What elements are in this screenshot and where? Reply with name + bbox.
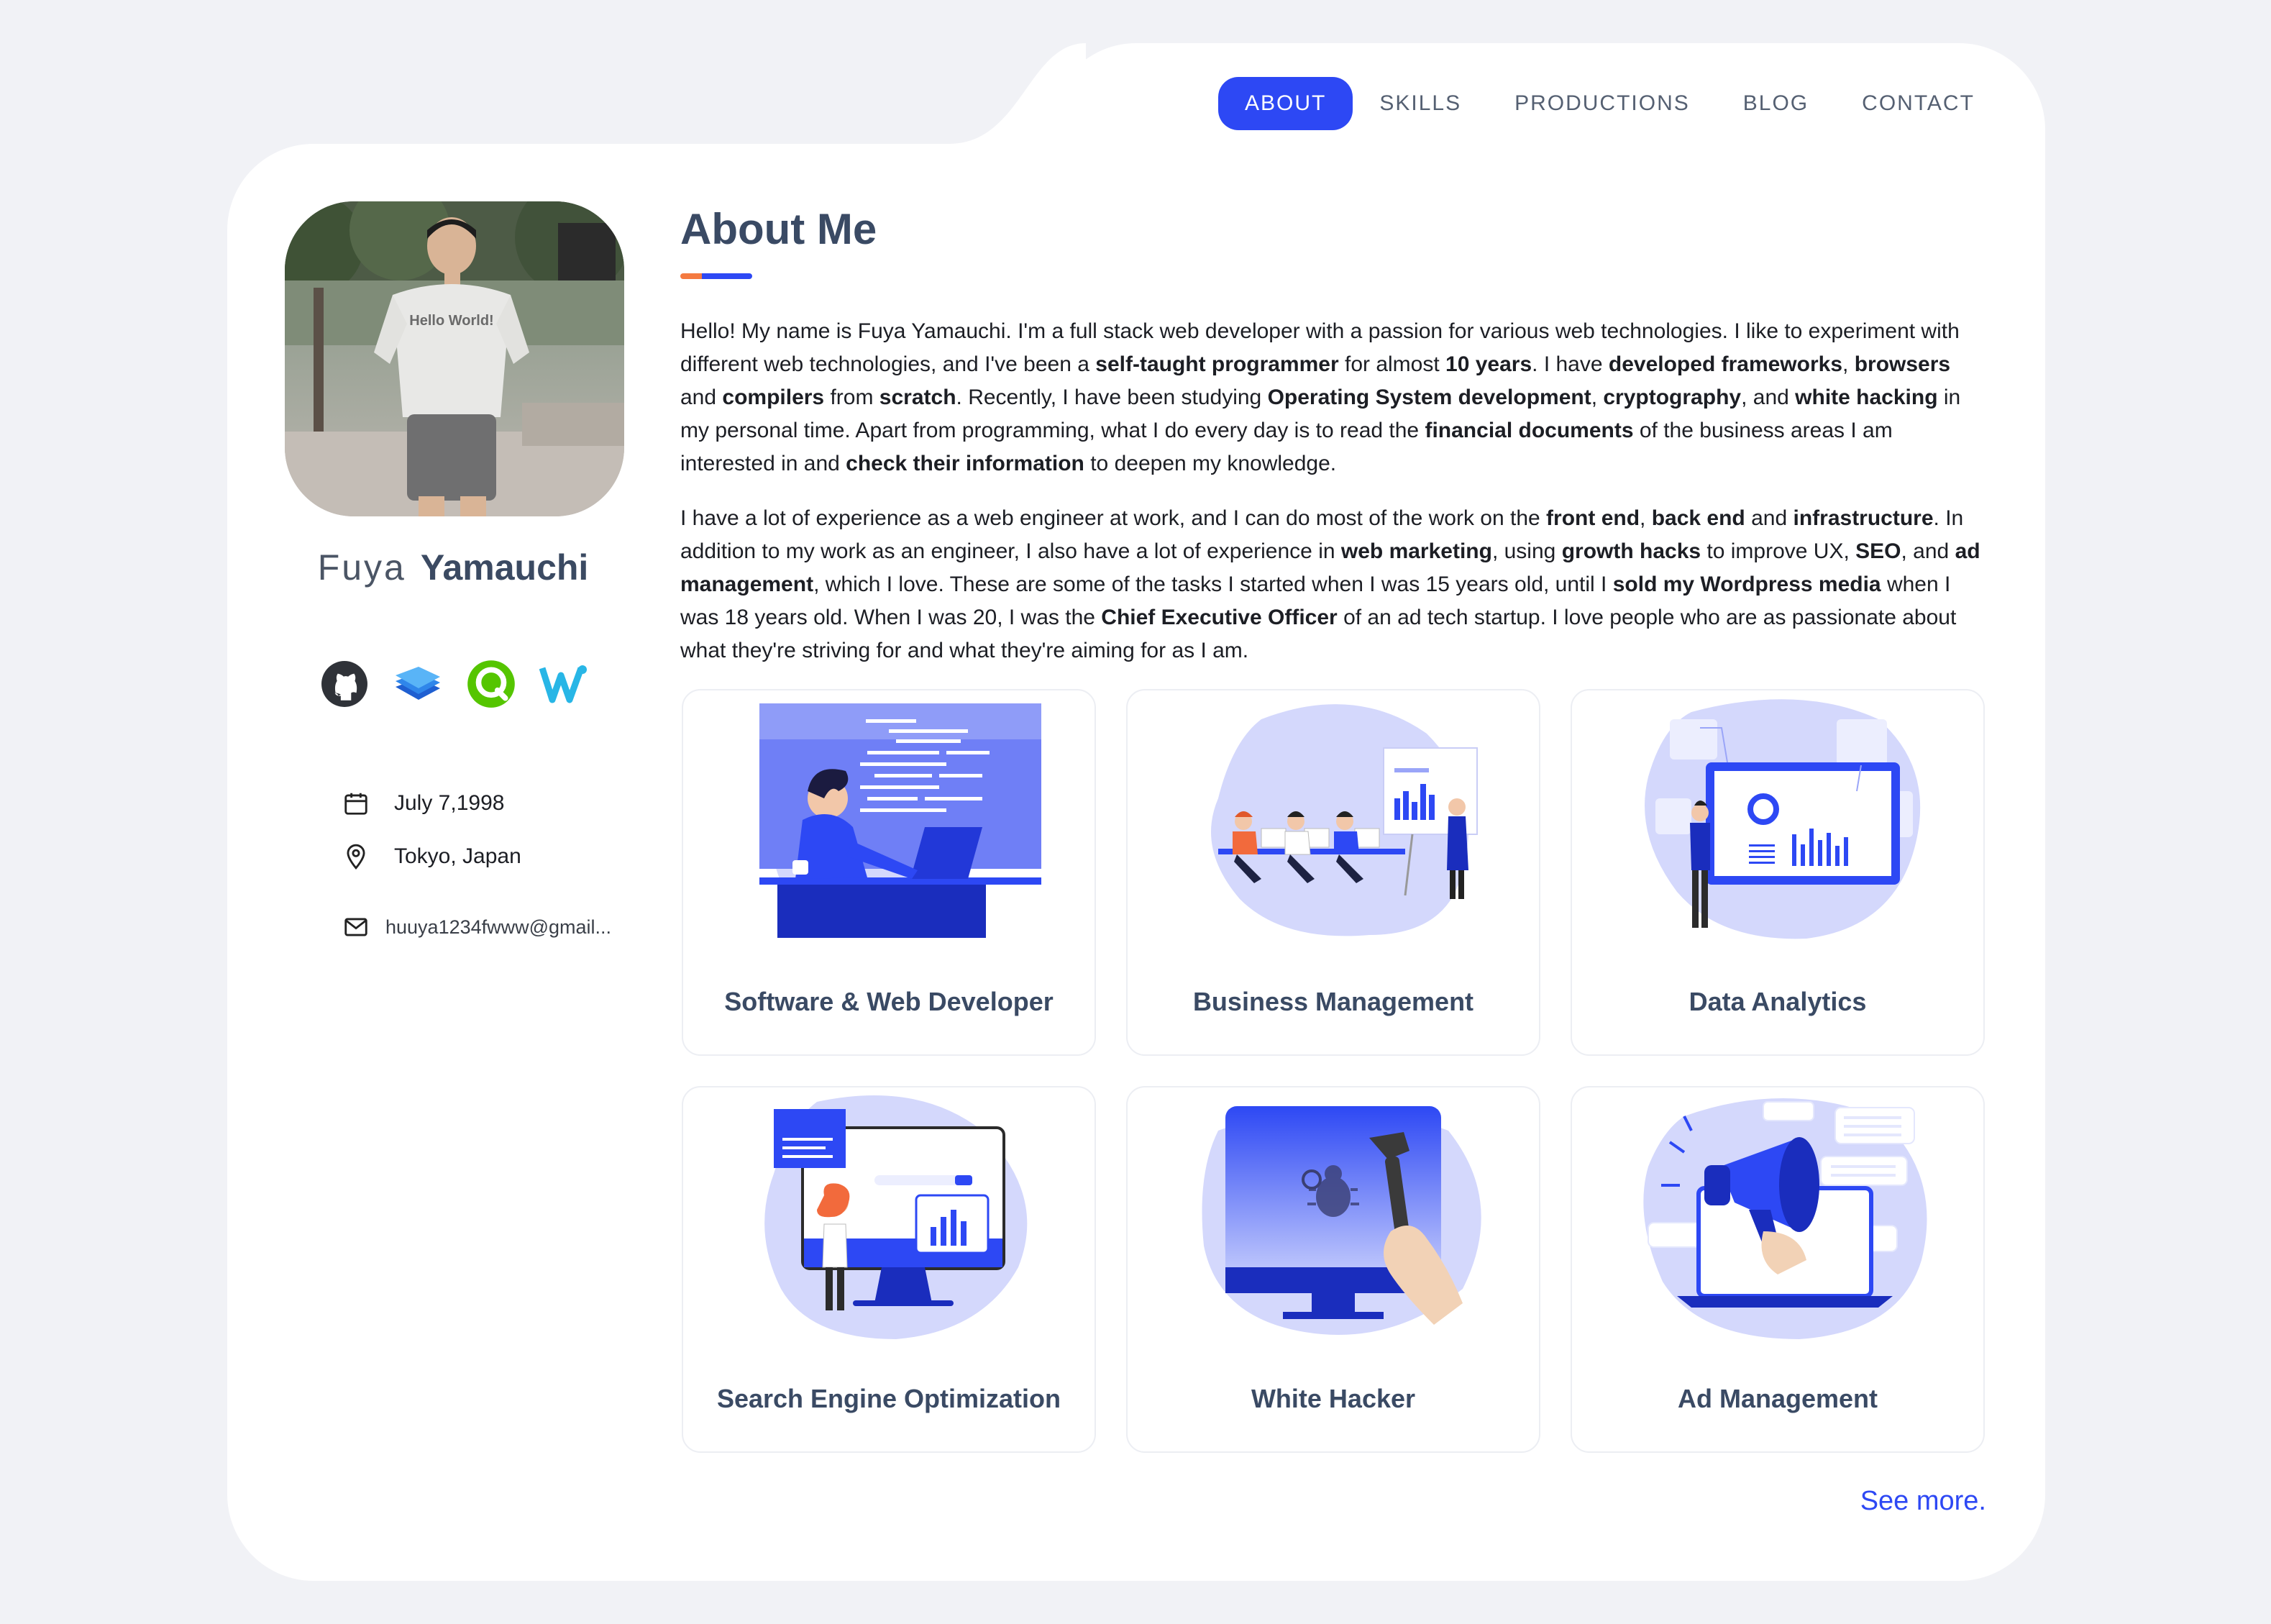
emphasis-text: financial documents <box>1425 419 1634 442</box>
skill-card-developer[interactable]: Software & Web Developer <box>682 689 1096 1056</box>
about-paragraph-2: I have a lot of experience as a web engi… <box>680 506 1980 662</box>
emphasis-text: SEO <box>1855 539 1901 563</box>
location-text: Tokyo, Japan <box>394 844 521 868</box>
profile-info: July 7,1998 Tokyo, Japan huuya1234fwww@g… <box>341 777 611 954</box>
title-underline <box>680 273 752 279</box>
emphasis-text: infrastructure <box>1793 506 1934 530</box>
emphasis-text: web marketing <box>1340 539 1492 563</box>
nav-blog[interactable]: BLOG <box>1717 77 1835 130</box>
nav-about[interactable]: ABOUT <box>1218 77 1353 130</box>
last-name: Yamauchi <box>420 547 589 588</box>
skill-card-seo[interactable]: Search Engine Optimization <box>682 1086 1096 1453</box>
qiita-icon[interactable] <box>466 659 516 709</box>
profile-photo: Hello World! <box>285 201 624 516</box>
business-illustration <box>1211 704 1478 936</box>
emphasis-text: Operating System development <box>1267 386 1591 409</box>
birthday-text: July 7,1998 <box>394 791 505 815</box>
skill-label: Business Management <box>1192 987 1474 1016</box>
emphasis-text: white hacking <box>1795 386 1938 409</box>
mail-icon <box>341 912 371 942</box>
email-row[interactable]: huuya1234fwww@gmail... <box>341 900 611 954</box>
skill-card-hacker[interactable]: White Hacker <box>1126 1086 1540 1453</box>
email-text[interactable]: huuya1234fwww@gmail... <box>385 916 611 939</box>
emphasis-text: Chief Executive Officer <box>1101 606 1338 629</box>
emphasis-text: self-taught programmer <box>1095 352 1339 376</box>
top-nav: ABOUT SKILLS PRODUCTIONS BLOG CONTACT <box>1218 77 2001 130</box>
skill-label: Software & Web Developer <box>724 987 1054 1016</box>
emphasis-text: check their information <box>846 452 1084 475</box>
megaphone-illustration <box>1643 1098 1927 1339</box>
nav-productions[interactable]: PRODUCTIONS <box>1488 77 1717 130</box>
skill-label: Ad Management <box>1677 1384 1878 1413</box>
nav-skills[interactable]: SKILLS <box>1353 77 1488 130</box>
analytics-illustration <box>1645 699 1921 939</box>
emphasis-text: developed frameworks <box>1608 352 1843 376</box>
about-paragraph-1: Hello! My name is Fuya Yamauchi. I'm a f… <box>680 319 1961 475</box>
developer-illustration <box>759 703 1041 938</box>
skill-label: Search Engine Optimization <box>716 1384 1061 1413</box>
birthday-row: July 7,1998 <box>341 777 611 830</box>
skill-label: Data Analytics <box>1689 987 1867 1016</box>
wantedly-icon[interactable] <box>539 659 590 709</box>
social-links <box>319 659 590 709</box>
emphasis-text: back end <box>1651 506 1745 530</box>
calendar-icon <box>341 788 371 818</box>
hacker-illustration <box>1202 1106 1481 1335</box>
emphasis-text: sold my Wordpress media <box>1612 572 1881 596</box>
emphasis-text: compilers <box>722 386 825 409</box>
emphasis-text: 10 years <box>1445 352 1532 376</box>
emphasis-text: front end <box>1546 506 1640 530</box>
nav-contact[interactable]: CONTACT <box>1835 77 2001 130</box>
stack-icon[interactable] <box>393 659 443 709</box>
location-row: Tokyo, Japan <box>341 830 611 883</box>
location-pin-icon <box>341 841 371 872</box>
emphasis-text: growth hacks <box>1561 539 1701 563</box>
seo-illustration <box>764 1095 1028 1339</box>
shirt-text: Hello World! <box>409 313 493 329</box>
skill-card-business[interactable]: Business Management <box>1126 689 1540 1056</box>
section-title: About Me <box>680 205 877 253</box>
skills-grid: Software & Web Developer Business Manage… <box>682 689 1985 1453</box>
emphasis-text: cryptography <box>1603 386 1742 409</box>
skill-label: White Hacker <box>1251 1384 1416 1413</box>
profile-name: Fuya Yamauchi <box>227 547 679 588</box>
emphasis-text: scratch <box>879 386 956 409</box>
card-notch <box>856 43 1086 158</box>
see-more-link[interactable]: See more. <box>1860 1486 1986 1517</box>
github-icon[interactable] <box>319 659 370 709</box>
first-name: Fuya <box>317 547 406 588</box>
skill-card-ads[interactable]: Ad Management <box>1571 1086 1985 1453</box>
skill-card-analytics[interactable]: Data Analytics <box>1571 689 1985 1056</box>
emphasis-text: browsers <box>1854 352 1951 376</box>
